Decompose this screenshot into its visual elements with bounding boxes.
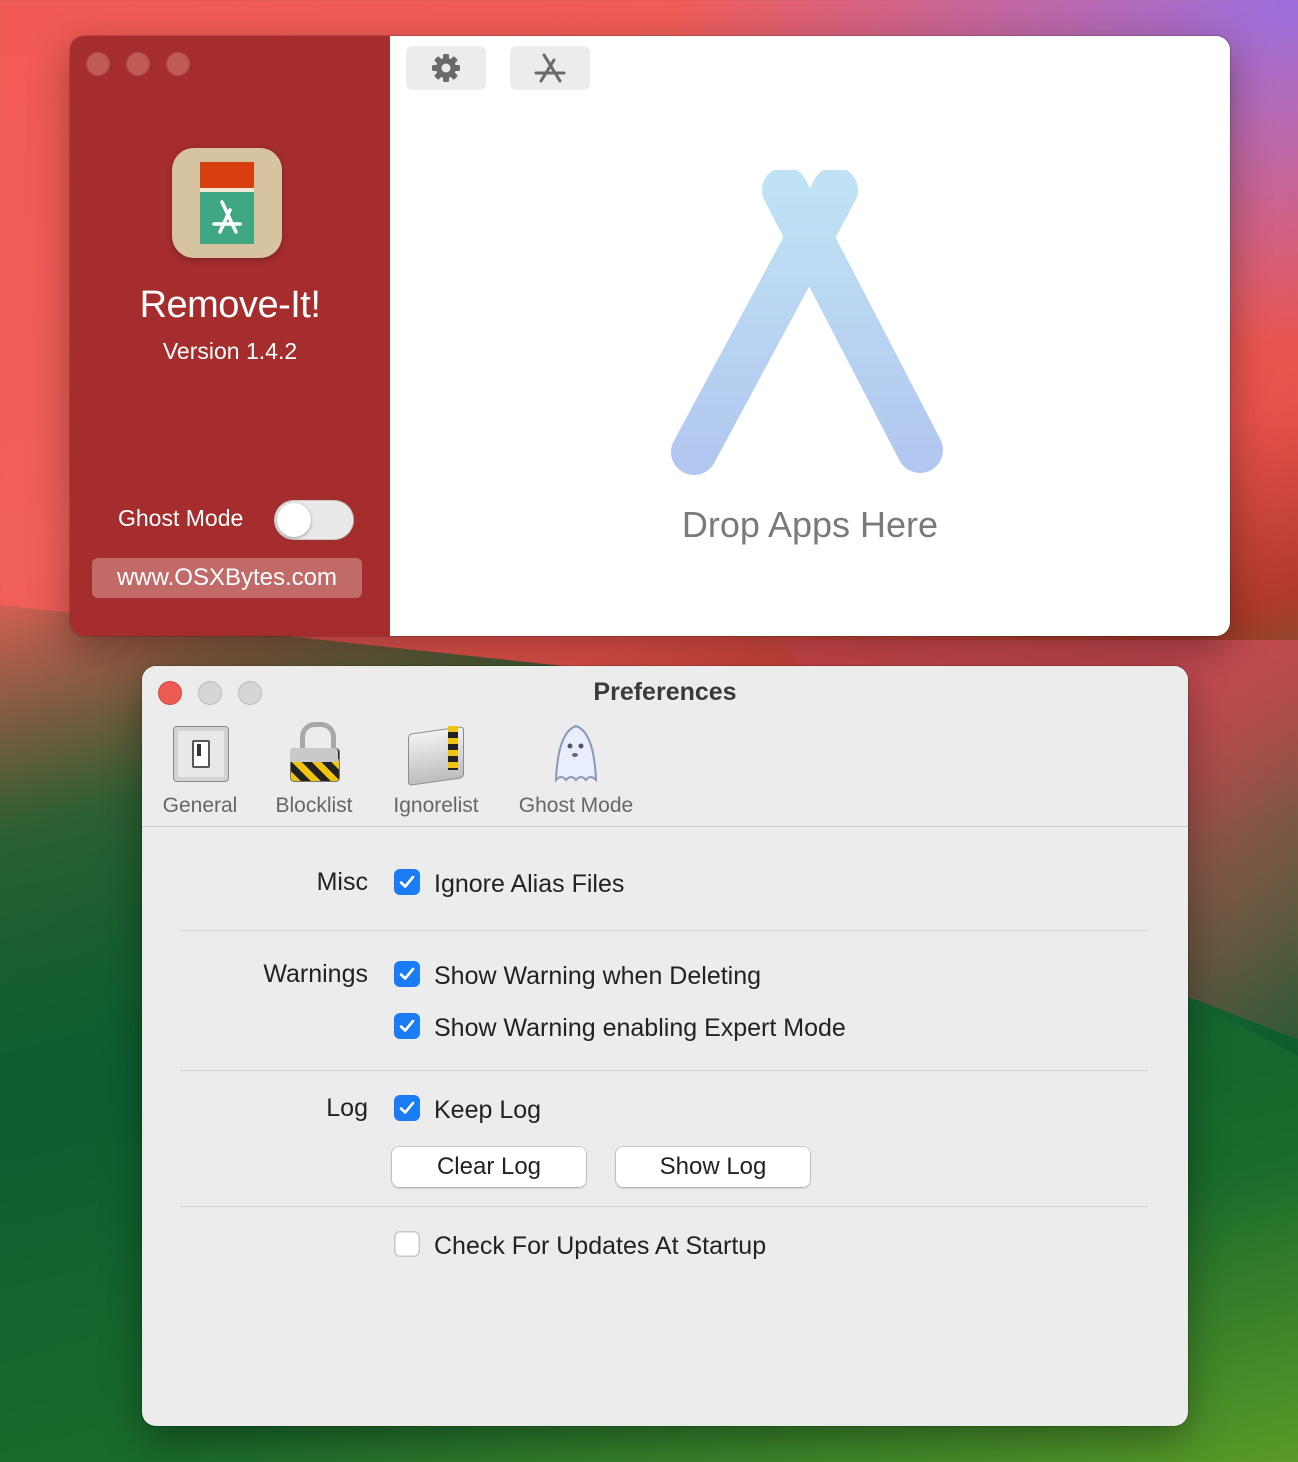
preferences-title: Preferences xyxy=(593,678,737,706)
preferences-window: Preferences General Blocklist Ignorelist xyxy=(142,666,1188,1426)
separator xyxy=(180,930,1148,931)
tab-blocklist[interactable]: Blocklist xyxy=(268,722,360,818)
ghost-icon xyxy=(544,722,608,786)
check-updates-checkbox[interactable] xyxy=(394,1231,420,1257)
tab-general-label: General xyxy=(162,794,238,817)
warning-deleting-label: Show Warning when Deleting xyxy=(434,962,762,990)
switch-icon xyxy=(168,722,232,786)
tab-ignorelist[interactable]: Ignorelist xyxy=(386,722,486,818)
app-store-icon xyxy=(534,53,566,83)
settings-button[interactable] xyxy=(406,46,486,90)
misc-label: Misc xyxy=(316,868,368,896)
app-logo-icon xyxy=(172,148,282,258)
main-window: Remove-It! Version 1.4.2 Ghost Mode www.… xyxy=(70,36,1230,636)
app-version: Version 1.4.2 xyxy=(162,338,298,364)
minimize-button[interactable] xyxy=(126,52,150,76)
gear-icon xyxy=(432,54,460,82)
preferences-toolbar: Preferences General Blocklist Ignorelist xyxy=(142,666,1188,827)
ignore-alias-label: Ignore Alias Files xyxy=(434,870,625,898)
keep-log-checkbox[interactable] xyxy=(394,1095,420,1121)
warning-expert-label: Show Warning enabling Expert Mode xyxy=(434,1014,846,1042)
checkmark-icon xyxy=(399,967,415,980)
ghost-mode-toggle[interactable] xyxy=(274,500,354,540)
tab-ghost-mode-label: Ghost Mode xyxy=(518,794,634,817)
tab-general[interactable]: General xyxy=(160,722,240,818)
separator xyxy=(180,1206,1148,1207)
drop-apps-label: Drop Apps Here xyxy=(681,504,939,545)
app-store-logo-icon xyxy=(639,170,979,475)
app-name: Remove-It! xyxy=(139,284,321,326)
website-link[interactable]: www.OSXBytes.com xyxy=(92,558,362,598)
log-label: Log xyxy=(326,1094,368,1122)
drop-area[interactable]: Drop Apps Here xyxy=(390,36,1230,636)
padlock-icon xyxy=(282,722,346,786)
warnings-label: Warnings xyxy=(263,960,368,988)
checkmark-icon xyxy=(399,1019,415,1032)
app-store-button[interactable] xyxy=(510,46,590,90)
clear-log-button[interactable]: Clear Log xyxy=(392,1147,586,1187)
zoom-button[interactable] xyxy=(166,52,190,76)
tab-ignorelist-label: Ignorelist xyxy=(393,794,479,817)
ghost-mode-label: Ghost Mode xyxy=(118,505,244,531)
keep-log-label: Keep Log xyxy=(434,1096,542,1124)
checkmark-icon xyxy=(399,875,415,888)
separator xyxy=(180,1070,1148,1071)
show-log-button[interactable]: Show Log xyxy=(616,1147,810,1187)
warning-expert-checkbox[interactable] xyxy=(394,1013,420,1039)
check-updates-label: Check For Updates At Startup xyxy=(434,1232,767,1260)
window-controls xyxy=(86,52,190,76)
warning-deleting-checkbox[interactable] xyxy=(394,961,420,987)
tab-ghost-mode[interactable]: Ghost Mode xyxy=(512,722,640,818)
tab-blocklist-label: Blocklist xyxy=(275,794,353,817)
ignore-alias-checkbox[interactable] xyxy=(394,869,420,895)
close-button[interactable] xyxy=(86,52,110,76)
folder-icon xyxy=(404,722,468,786)
checkmark-icon xyxy=(399,1101,415,1114)
sidebar: Remove-It! Version 1.4.2 Ghost Mode www.… xyxy=(70,36,390,636)
toggle-knob xyxy=(277,503,311,537)
